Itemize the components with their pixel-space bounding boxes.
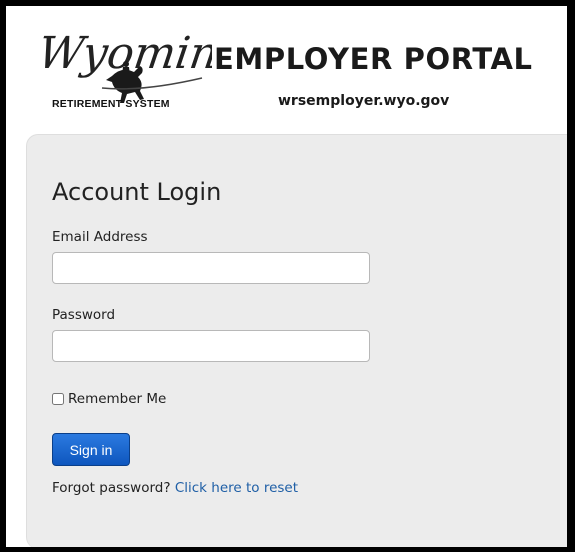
forgot-password-row: Forgot password? Click here to reset — [52, 480, 298, 496]
reset-password-link[interactable]: Click here to reset — [175, 480, 298, 496]
sign-in-button[interactable]: Sign in — [52, 433, 130, 466]
site-header: Wyoming RETIREMENT SYSTEM EMPLOYER PORTA… — [6, 6, 567, 130]
password-field[interactable] — [52, 330, 370, 362]
password-label: Password — [52, 307, 116, 323]
portal-url: wrsemployer.wyo.gov — [278, 93, 450, 109]
logo-subtitle: RETIREMENT SYSTEM — [52, 98, 170, 110]
email-field[interactable] — [52, 252, 370, 284]
remember-me-checkbox[interactable] — [52, 393, 64, 405]
portal-title: EMPLOYER PORTAL — [214, 42, 533, 76]
forgot-password-text: Forgot password? — [52, 480, 175, 496]
page-title: Account Login — [52, 178, 222, 206]
page-frame: Wyoming RETIREMENT SYSTEM EMPLOYER PORTA… — [0, 0, 575, 552]
login-panel: Account Login Email Address Password Rem… — [26, 134, 567, 547]
remember-me-label[interactable]: Remember Me — [68, 391, 166, 407]
remember-me-row: Remember Me — [52, 391, 166, 407]
email-label: Email Address — [52, 229, 148, 245]
